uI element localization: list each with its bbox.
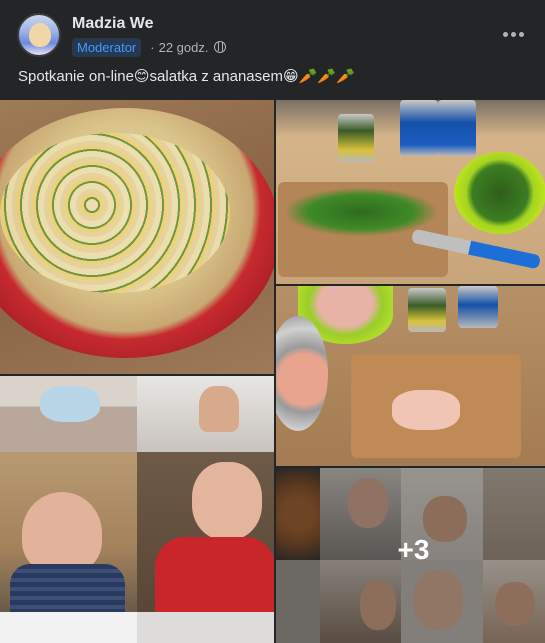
more-photos-count: +3: [397, 533, 430, 565]
post-text: Spotkanie on-line😊salatka z ananasem😁🥕🥕🥕: [18, 68, 355, 85]
meta-separator: ·: [150, 39, 155, 55]
more-dots-icon: [502, 31, 508, 37]
post-header: Madzia We Moderator · 22 godz.: [0, 0, 545, 64]
video-call-grid-photo[interactable]: +3: [276, 468, 545, 643]
author-avatar[interactable]: [17, 13, 61, 57]
more-photos-overlay[interactable]: +3: [276, 468, 545, 643]
salad-bowl: [0, 108, 274, 358]
video-call-collage-photo[interactable]: [0, 376, 274, 643]
globe-icon[interactable]: [214, 41, 227, 53]
cutting-parsley-photo[interactable]: [276, 100, 545, 284]
author-name[interactable]: Madzia We: [72, 15, 154, 33]
post-meta: Moderator · 22 godz.: [72, 37, 227, 57]
pasta-salad-bowl-photo[interactable]: [0, 100, 274, 374]
chicken-cutting-photo[interactable]: [276, 286, 545, 466]
more-options-button[interactable]: [498, 20, 528, 48]
moderator-badge[interactable]: Moderator: [72, 37, 142, 57]
post-timestamp[interactable]: 22 godz.: [159, 40, 209, 55]
